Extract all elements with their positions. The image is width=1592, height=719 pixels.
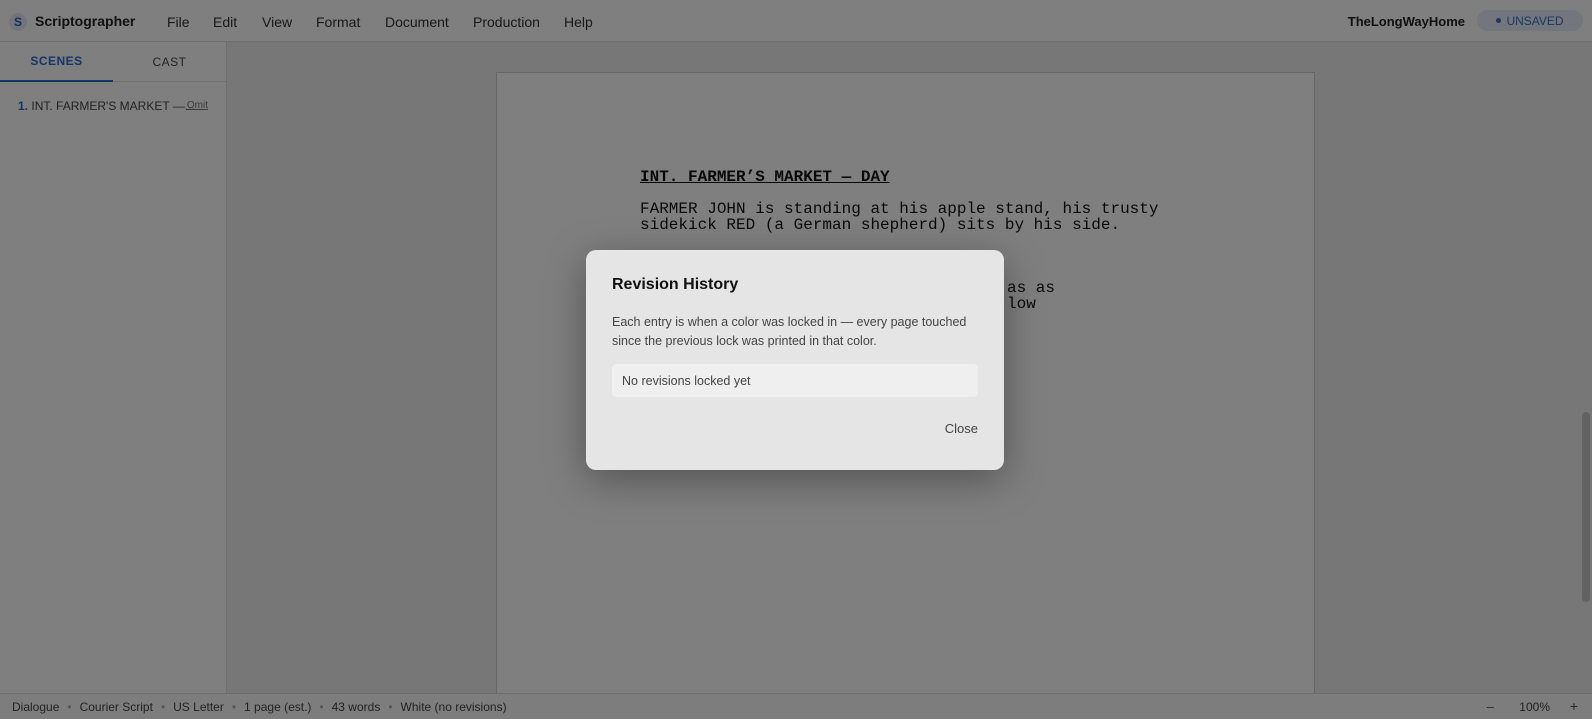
dialog-title: Revision History [612, 276, 739, 293]
dialog-description: Each entry is when a color was locked in… [612, 315, 967, 348]
revision-history-dialog: Revision History Each entry is when a co… [586, 250, 1004, 470]
close-button[interactable]: Close [945, 421, 978, 436]
revision-list-empty: No revisions locked yet [612, 364, 978, 397]
